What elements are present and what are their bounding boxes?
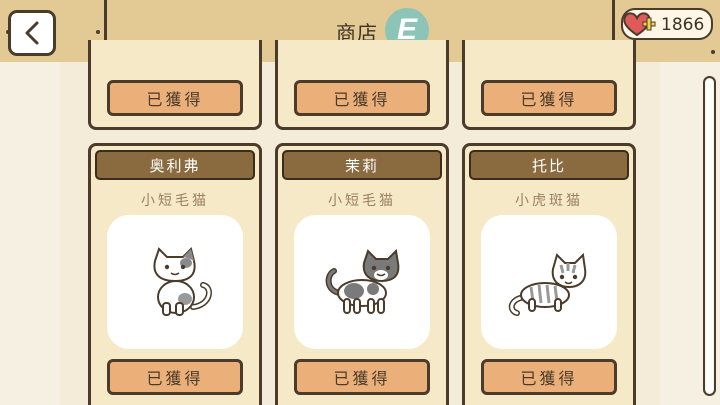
cat-card: 托比 小虎斑猫 已獲得: [462, 143, 636, 405]
background-left: [0, 62, 60, 405]
cat-oliver-icon: [153, 247, 212, 316]
owned-button[interactable]: 已獲得: [294, 359, 430, 395]
cat-portrait[interactable]: [481, 215, 617, 349]
scrollbar-thumb[interactable]: [706, 79, 713, 393]
owned-button[interactable]: 已獲得: [481, 359, 617, 395]
back-button[interactable]: [8, 10, 56, 56]
cat-portrait[interactable]: [294, 215, 430, 349]
cat-card: 已獲得: [88, 40, 262, 130]
back-arrow-icon: [25, 21, 39, 45]
owned-button[interactable]: 已獲得: [107, 359, 243, 395]
cat-card: 已獲得: [275, 40, 449, 130]
owned-button[interactable]: 已獲得: [294, 80, 430, 116]
cat-name-plate: 奥利弗: [95, 150, 255, 180]
cat-card: 奥利弗 小短毛猫 已獲得: [88, 143, 262, 405]
cat-portrait[interactable]: [107, 215, 243, 349]
cat-jasmine-icon: [325, 248, 400, 314]
heart-plus-icon: [623, 12, 656, 37]
cat-card: 已獲得: [462, 40, 636, 130]
cat-breed-label: 小短毛猫: [141, 193, 209, 209]
cat-name-plate: 托比: [469, 150, 629, 180]
cat-breed-label: 小虎斑猫: [515, 193, 583, 209]
owned-button[interactable]: 已獲得: [107, 80, 243, 116]
gold-fish-counter: 1866: [621, 8, 713, 40]
scrollbar[interactable]: [703, 76, 716, 396]
owned-button[interactable]: 已獲得: [481, 80, 617, 116]
cat-breed-label: 小短毛猫: [328, 193, 396, 209]
currency-amount: 1866: [661, 15, 705, 35]
nail-icon: [96, 30, 100, 34]
cat-name-plate: 茉莉: [282, 150, 442, 180]
cat-toby-icon: [508, 252, 587, 316]
cat-card: 茉莉 小短毛猫 已獲得: [275, 143, 449, 405]
nail-icon: [711, 50, 715, 54]
